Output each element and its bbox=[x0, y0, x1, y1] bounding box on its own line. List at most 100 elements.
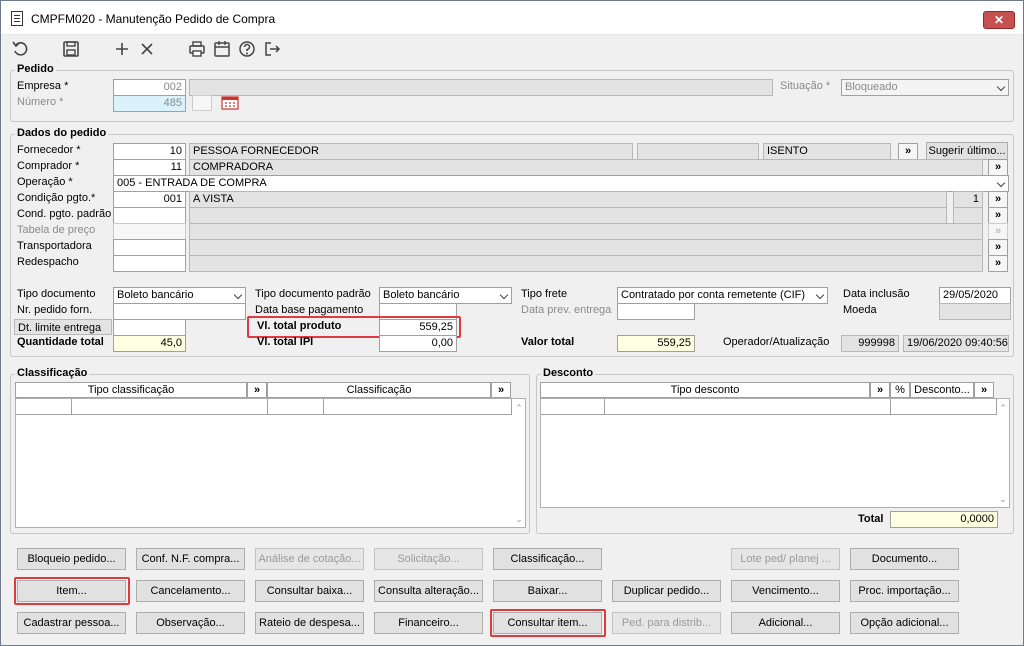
sugerir-ultimo-button[interactable]: Sugerir último... bbox=[926, 142, 1008, 160]
conf-nf-compra-button[interactable]: Conf. N.F. compra... bbox=[136, 548, 245, 570]
lote-ped-planej-button[interactable]: Lote ped/ planej ... bbox=[731, 548, 840, 570]
comprador-code-input[interactable]: 11 bbox=[113, 159, 186, 176]
fornecedor-extra-field bbox=[637, 143, 759, 160]
save-icon[interactable] bbox=[61, 39, 81, 59]
condicao-more-button[interactable]: » bbox=[988, 191, 1008, 208]
cond-padrao-code-input[interactable] bbox=[113, 207, 186, 224]
tabela-preco-code-input[interactable] bbox=[113, 223, 186, 240]
grid-cell[interactable] bbox=[541, 399, 605, 415]
redespacho-code-input[interactable] bbox=[113, 255, 186, 272]
observacao-button[interactable]: Observação... bbox=[136, 612, 245, 634]
calendar-icon[interactable] bbox=[212, 39, 232, 59]
add-icon[interactable] bbox=[112, 39, 132, 59]
empresa-label: Empresa * bbox=[17, 80, 69, 92]
help-icon[interactable] bbox=[237, 39, 257, 59]
data-prev-input[interactable] bbox=[617, 303, 695, 320]
fornecedor-label: Fornecedor * bbox=[17, 144, 81, 156]
bloqueio-pedido-button[interactable]: Bloqueio pedido... bbox=[17, 548, 126, 570]
opcao-adicional-button[interactable]: Opção adicional... bbox=[850, 612, 959, 634]
transportadora-more-button[interactable]: » bbox=[988, 239, 1008, 256]
ped-para-distrib-button[interactable]: Ped. para distrib... bbox=[612, 612, 721, 634]
col-classificacao-more[interactable]: » bbox=[491, 382, 511, 398]
comprador-more-button[interactable]: » bbox=[988, 159, 1008, 176]
financeiro-button[interactable]: Financeiro... bbox=[374, 612, 483, 634]
close-button[interactable]: ✕ bbox=[983, 11, 1015, 29]
condicao-label: Condição pgto.* bbox=[17, 192, 96, 204]
col-classificacao[interactable]: Classificação bbox=[267, 382, 491, 398]
exit-icon[interactable] bbox=[262, 39, 282, 59]
operador-date-field: 19/06/2020 09:40:56 bbox=[903, 335, 1009, 352]
title-bar: CMPFM020 - Manutenção Pedido de Compra ✕ bbox=[1, 1, 1023, 35]
col-tipo-desconto[interactable]: Tipo desconto bbox=[540, 382, 870, 398]
data-inclusao-label: Data inclusão bbox=[843, 288, 910, 300]
adicional-button[interactable]: Adicional... bbox=[731, 612, 840, 634]
col-desconto-more[interactable]: » bbox=[974, 382, 994, 398]
cond-padrao-label: Cond. pgto. padrão bbox=[17, 208, 112, 220]
redespacho-label: Redespacho bbox=[17, 256, 79, 268]
col-tipo-classificacao-more[interactable]: » bbox=[247, 382, 267, 398]
redespacho-name-field bbox=[189, 255, 983, 272]
calendar-picker-icon[interactable] bbox=[220, 95, 240, 111]
solicitacao-button[interactable]: Solicitação... bbox=[374, 548, 483, 570]
col-tipo-desconto-more[interactable]: » bbox=[870, 382, 890, 398]
duplicar-pedido-button[interactable]: Duplicar pedido... bbox=[612, 580, 721, 602]
grid-cell[interactable] bbox=[891, 399, 997, 415]
desconto-scrollbar[interactable]: ⌃ ⌄ bbox=[996, 401, 1010, 507]
undo-icon[interactable] bbox=[11, 39, 31, 59]
vl-total-ipi-field: 0,00 bbox=[379, 335, 457, 352]
documento-button[interactable]: Documento... bbox=[850, 548, 959, 570]
print-icon[interactable] bbox=[187, 39, 207, 59]
tipo-documento-select[interactable]: Boleto bancário bbox=[113, 287, 246, 304]
tipo-doc-padrao-select[interactable]: Boleto bancário bbox=[379, 287, 512, 304]
classificacao-button[interactable]: Classificação... bbox=[493, 548, 602, 570]
grid-cell[interactable] bbox=[324, 399, 512, 415]
numero-label: Número * bbox=[17, 96, 64, 108]
empresa-code-input[interactable]: 002 bbox=[113, 79, 186, 96]
fornecedor-more-button[interactable]: » bbox=[898, 143, 918, 160]
transportadora-name-field bbox=[189, 239, 983, 256]
operador-label: Operador/Atualização bbox=[723, 336, 830, 348]
fornecedor-tax-field: ISENTO bbox=[763, 143, 891, 160]
dt-limite-label: Dt. limite entrega bbox=[14, 319, 112, 335]
rateio-despesa-button[interactable]: Rateio de despesa... bbox=[255, 612, 364, 634]
quantidade-total-field: 45,0 bbox=[113, 335, 186, 352]
delete-icon[interactable] bbox=[137, 39, 157, 59]
baixar-button[interactable]: Baixar... bbox=[493, 580, 602, 602]
dt-limite-input[interactable] bbox=[113, 319, 186, 336]
vencimento-button[interactable]: Vencimento... bbox=[731, 580, 840, 602]
classificacao-grid[interactable]: ⌃ ⌄ bbox=[15, 398, 526, 528]
vl-total-ipi-label: Vl. total IPI bbox=[257, 336, 314, 348]
grid-cell[interactable] bbox=[72, 399, 268, 415]
proc-importacao-button[interactable]: Proc. importação... bbox=[850, 580, 959, 602]
cancelamento-button[interactable]: Cancelamento... bbox=[136, 580, 245, 602]
data-base-label: Data base pagamento bbox=[255, 304, 364, 316]
consultar-baixa-button[interactable]: Consultar baixa... bbox=[255, 580, 364, 602]
operacao-select[interactable]: 005 - ENTRADA DE COMPRA bbox=[113, 175, 1009, 192]
grid-cell[interactable] bbox=[268, 399, 324, 415]
col-desconto[interactable]: Desconto... bbox=[910, 382, 974, 398]
grid-cell[interactable] bbox=[605, 399, 891, 415]
grid-cell[interactable] bbox=[16, 399, 72, 415]
cadastrar-pessoa-button[interactable]: Cadastrar pessoa... bbox=[17, 612, 126, 634]
classificacao-scrollbar[interactable]: ⌃ ⌄ bbox=[512, 401, 526, 527]
analise-cotacao-button[interactable]: Análise de cotação... bbox=[255, 548, 364, 570]
col-tipo-classificacao[interactable]: Tipo classificação bbox=[15, 382, 247, 398]
consulta-alteracao-button[interactable]: Consulta alteração... bbox=[374, 580, 483, 602]
search-icon[interactable] bbox=[192, 95, 212, 111]
data-inclusao-input[interactable]: 29/05/2020 bbox=[939, 287, 1011, 304]
redespacho-more-button[interactable]: » bbox=[988, 255, 1008, 272]
tipo-doc-padrao-label: Tipo documento padrão bbox=[255, 288, 371, 300]
fornecedor-code-input[interactable]: 10 bbox=[113, 143, 186, 160]
cond-padrao-more-button[interactable]: » bbox=[988, 207, 1008, 224]
situacao-select[interactable]: Bloqueado bbox=[841, 79, 1009, 96]
tabela-preco-more-button[interactable]: » bbox=[988, 223, 1008, 240]
numero-input[interactable]: 485 bbox=[113, 95, 186, 112]
col-percent[interactable]: % bbox=[890, 382, 910, 398]
transportadora-code-input[interactable] bbox=[113, 239, 186, 256]
desconto-grid[interactable]: ⌃ ⌄ bbox=[540, 398, 1010, 508]
desconto-group-title: Desconto bbox=[541, 367, 596, 379]
quantidade-total-label: Quantidade total bbox=[17, 336, 104, 348]
condicao-code-input[interactable]: 001 bbox=[113, 191, 186, 208]
tipo-frete-select[interactable]: Contratado por conta remetente (CIF) bbox=[617, 287, 828, 304]
nr-pedido-input[interactable] bbox=[113, 303, 246, 320]
